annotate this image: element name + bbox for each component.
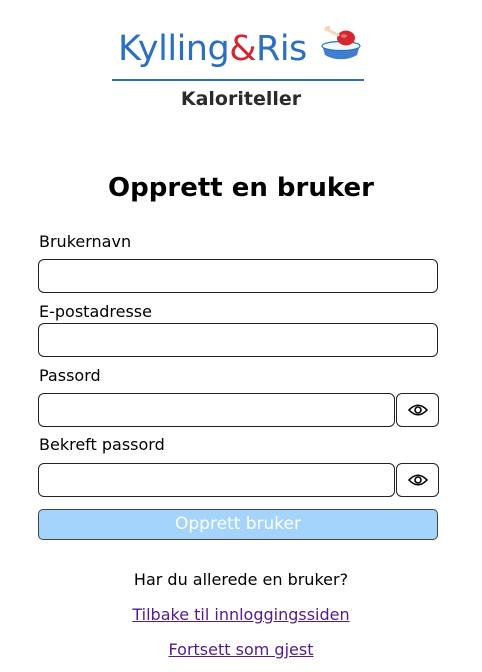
password-label: Passord <box>39 366 101 385</box>
logo-word-kylling: Kylling <box>118 29 230 69</box>
continue-as-guest-link[interactable]: Fortsett som gjest <box>169 640 314 659</box>
create-account-button[interactable]: Opprett bruker <box>38 509 438 540</box>
chicken-rice-bowl-icon <box>321 25 361 61</box>
back-to-login-link-wrap: Tilbake til innloggingssiden <box>0 605 482 625</box>
logo-underline <box>112 79 364 81</box>
eye-icon <box>407 474 428 486</box>
eye-icon <box>407 404 428 416</box>
already-have-account-text: Har du allerede en bruker? <box>133 570 349 589</box>
app-logo: Kylling&Ris <box>112 22 364 82</box>
page-title: Opprett en bruker <box>108 173 374 203</box>
logo-ampersand: & <box>229 29 256 69</box>
back-to-login-link[interactable]: Tilbake til innloggingssiden <box>132 605 349 624</box>
toggle-confirm-password-visibility-button[interactable] <box>396 463 439 497</box>
email-label: E-postadresse <box>39 302 152 321</box>
continue-as-guest-link-wrap: Fortsett som gjest <box>0 640 482 660</box>
username-input[interactable] <box>38 259 438 293</box>
logo-word-ris: Ris <box>256 29 307 69</box>
confirm-password-label: Bekreft passord <box>39 435 165 454</box>
app-subtitle: Kaloriteller <box>180 88 302 110</box>
email-input[interactable] <box>38 323 438 357</box>
username-label: Brukernavn <box>39 232 132 251</box>
logo-wordmark: Kylling&Ris <box>118 28 307 70</box>
toggle-password-visibility-button[interactable] <box>396 393 439 427</box>
password-input[interactable] <box>38 393 395 427</box>
confirm-password-input[interactable] <box>38 463 395 497</box>
